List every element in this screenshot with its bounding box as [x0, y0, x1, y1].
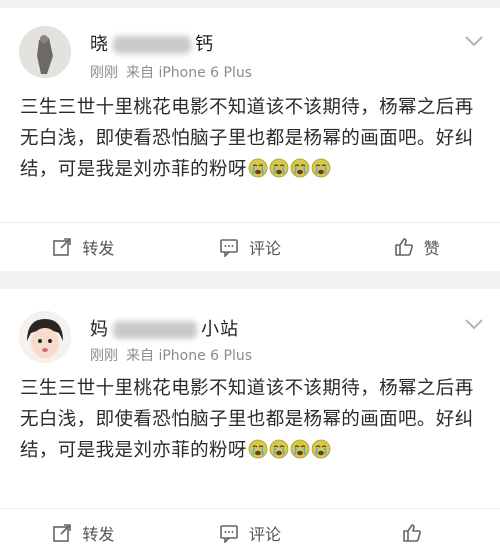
crying-face-icon — [311, 439, 331, 459]
crying-face-icon — [269, 439, 289, 459]
crying-face-icon — [269, 158, 289, 178]
post-time: 刚刚 — [90, 348, 118, 364]
comment-button[interactable]: 评论 — [167, 521, 334, 545]
post-source: 来自 iPhone 6 Plus — [126, 65, 253, 81]
avatar-image — [19, 311, 71, 363]
post-meta: 刚刚 来自 iPhone 6 Plus — [90, 345, 252, 365]
repost-button[interactable]: 转发 — [0, 521, 167, 545]
post-time: 刚刚 — [90, 65, 118, 81]
thumbs-up-icon — [402, 524, 421, 542]
avatar-image — [19, 26, 71, 78]
avatar[interactable] — [19, 311, 71, 363]
post-source: 来自 iPhone 6 Plus — [126, 348, 253, 364]
username-visible-end: 小站 — [201, 319, 239, 340]
username[interactable]: 妈 小站 — [90, 315, 239, 341]
thumbs-up-icon — [394, 238, 413, 256]
like-button[interactable] — [333, 523, 500, 543]
username-visible-start: 妈 — [90, 319, 109, 340]
like-button[interactable]: 赞 — [333, 235, 500, 259]
post-meta: 刚刚 来自 iPhone 6 Plus — [90, 62, 252, 82]
repost-label: 转发 — [82, 239, 115, 258]
crying-face-icon — [311, 158, 331, 178]
repost-label: 转发 — [82, 525, 115, 544]
repost-button[interactable]: 转发 — [0, 235, 167, 259]
post-content: 三生三世十里桃花电影不知道该不该期待，杨幂之后再无白浅，即使看恐怕脑子里也都是杨… — [20, 373, 486, 466]
username-redaction — [113, 36, 191, 54]
comment-button[interactable]: 评论 — [167, 235, 334, 259]
comment-icon — [220, 525, 238, 543]
avatar[interactable] — [19, 26, 71, 78]
post-content: 三生三世十里桃花电影不知道该不该期待，杨幂之后再无白浅，即使看恐怕脑子里也都是杨… — [20, 92, 486, 185]
comment-label: 评论 — [249, 239, 282, 258]
action-bar: 转发 评论 — [0, 509, 500, 557]
repost-icon — [53, 524, 72, 542]
like-label: 赞 — [423, 239, 440, 258]
crying-face-icon — [290, 439, 310, 459]
username-visible-start: 晓 — [90, 34, 109, 55]
username-redaction — [113, 321, 197, 339]
crying-face-icon — [290, 158, 310, 178]
username-visible-end: 钙 — [195, 34, 214, 55]
weibo-post-1: 晓钙 刚刚 来自 iPhone 6 Plus 三生三世十里桃花电影不知道该不该期待… — [0, 8, 500, 271]
comment-label: 评论 — [249, 525, 282, 544]
repost-icon — [53, 238, 72, 256]
weibo-post-2: 妈 小站 刚刚 来自 iPhone 6 Plus 三生三世十里桃花电影不知道该不该期… — [0, 289, 500, 558]
crying-face-icon — [248, 158, 268, 178]
chevron-down-icon[interactable] — [464, 34, 484, 48]
action-bar: 转发 评论 赞 — [0, 223, 500, 271]
comment-icon — [220, 239, 238, 257]
chevron-down-icon[interactable] — [464, 317, 484, 331]
crying-face-icon — [248, 439, 268, 459]
username[interactable]: 晓钙 — [90, 30, 214, 56]
